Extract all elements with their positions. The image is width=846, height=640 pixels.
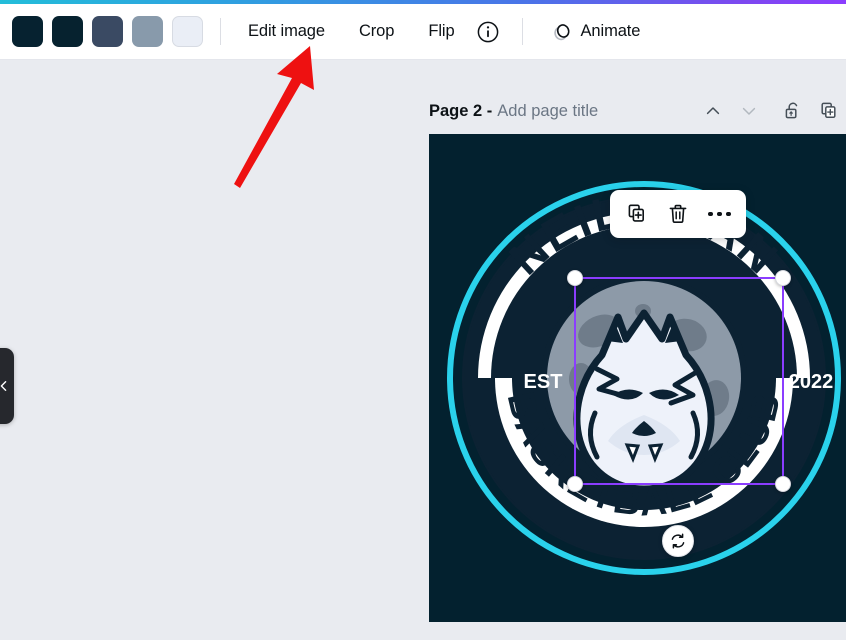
logo-est-text: EST	[523, 371, 562, 393]
animate-icon	[548, 18, 576, 46]
animate-label: Animate	[580, 22, 641, 40]
edit-image-button[interactable]: Edit image	[238, 15, 335, 48]
red-pointer-arrow	[218, 42, 338, 192]
color-swatch-group	[12, 16, 203, 47]
duplicate-element-button[interactable]	[620, 197, 654, 231]
color-swatch-1[interactable]	[12, 16, 43, 47]
duplicate-page-button[interactable]	[812, 94, 846, 128]
color-swatch-5[interactable]	[172, 16, 203, 47]
canva-editor-window: Edit image Crop Flip Animate Page 2 - Ad…	[0, 0, 846, 640]
chevron-up-icon	[703, 101, 723, 121]
chevron-left-icon	[0, 380, 10, 392]
more-options-button[interactable]	[702, 197, 736, 231]
unlock-icon	[782, 100, 804, 122]
lock-page-button[interactable]	[776, 94, 810, 128]
toolbar-divider-2	[521, 18, 523, 45]
move-page-up-button[interactable]	[696, 94, 730, 128]
chevron-down-icon	[739, 101, 759, 121]
rotate-icon	[669, 532, 687, 550]
move-page-down-button[interactable]	[732, 94, 766, 128]
color-swatch-3[interactable]	[92, 16, 123, 47]
element-context-toolbar	[610, 190, 746, 238]
page-header-actions	[696, 94, 846, 128]
logo-year-text: 2022	[788, 371, 833, 393]
animate-button[interactable]: Animate	[540, 13, 649, 51]
crop-button[interactable]: Crop	[349, 15, 404, 48]
color-swatch-2[interactable]	[52, 16, 83, 47]
page-header-row: Page 2 - Add page title	[429, 94, 846, 128]
rotate-handle[interactable]	[662, 525, 694, 557]
duplicate-icon	[625, 202, 649, 226]
sidebar-collapse-handle[interactable]	[0, 348, 14, 424]
delete-element-button[interactable]	[661, 197, 695, 231]
page-number-label: Page 2 -	[429, 101, 493, 120]
info-circle-icon[interactable]	[471, 15, 505, 49]
image-toolbar: Edit image Crop Flip Animate	[0, 4, 846, 60]
color-swatch-4[interactable]	[132, 16, 163, 47]
more-options-icon	[708, 211, 731, 217]
duplicate-page-icon	[818, 100, 840, 122]
page-title-input[interactable]: Add page title	[497, 102, 598, 121]
flip-button[interactable]: Flip	[418, 15, 464, 48]
trash-icon	[666, 202, 690, 226]
toolbar-divider-1	[220, 18, 221, 45]
